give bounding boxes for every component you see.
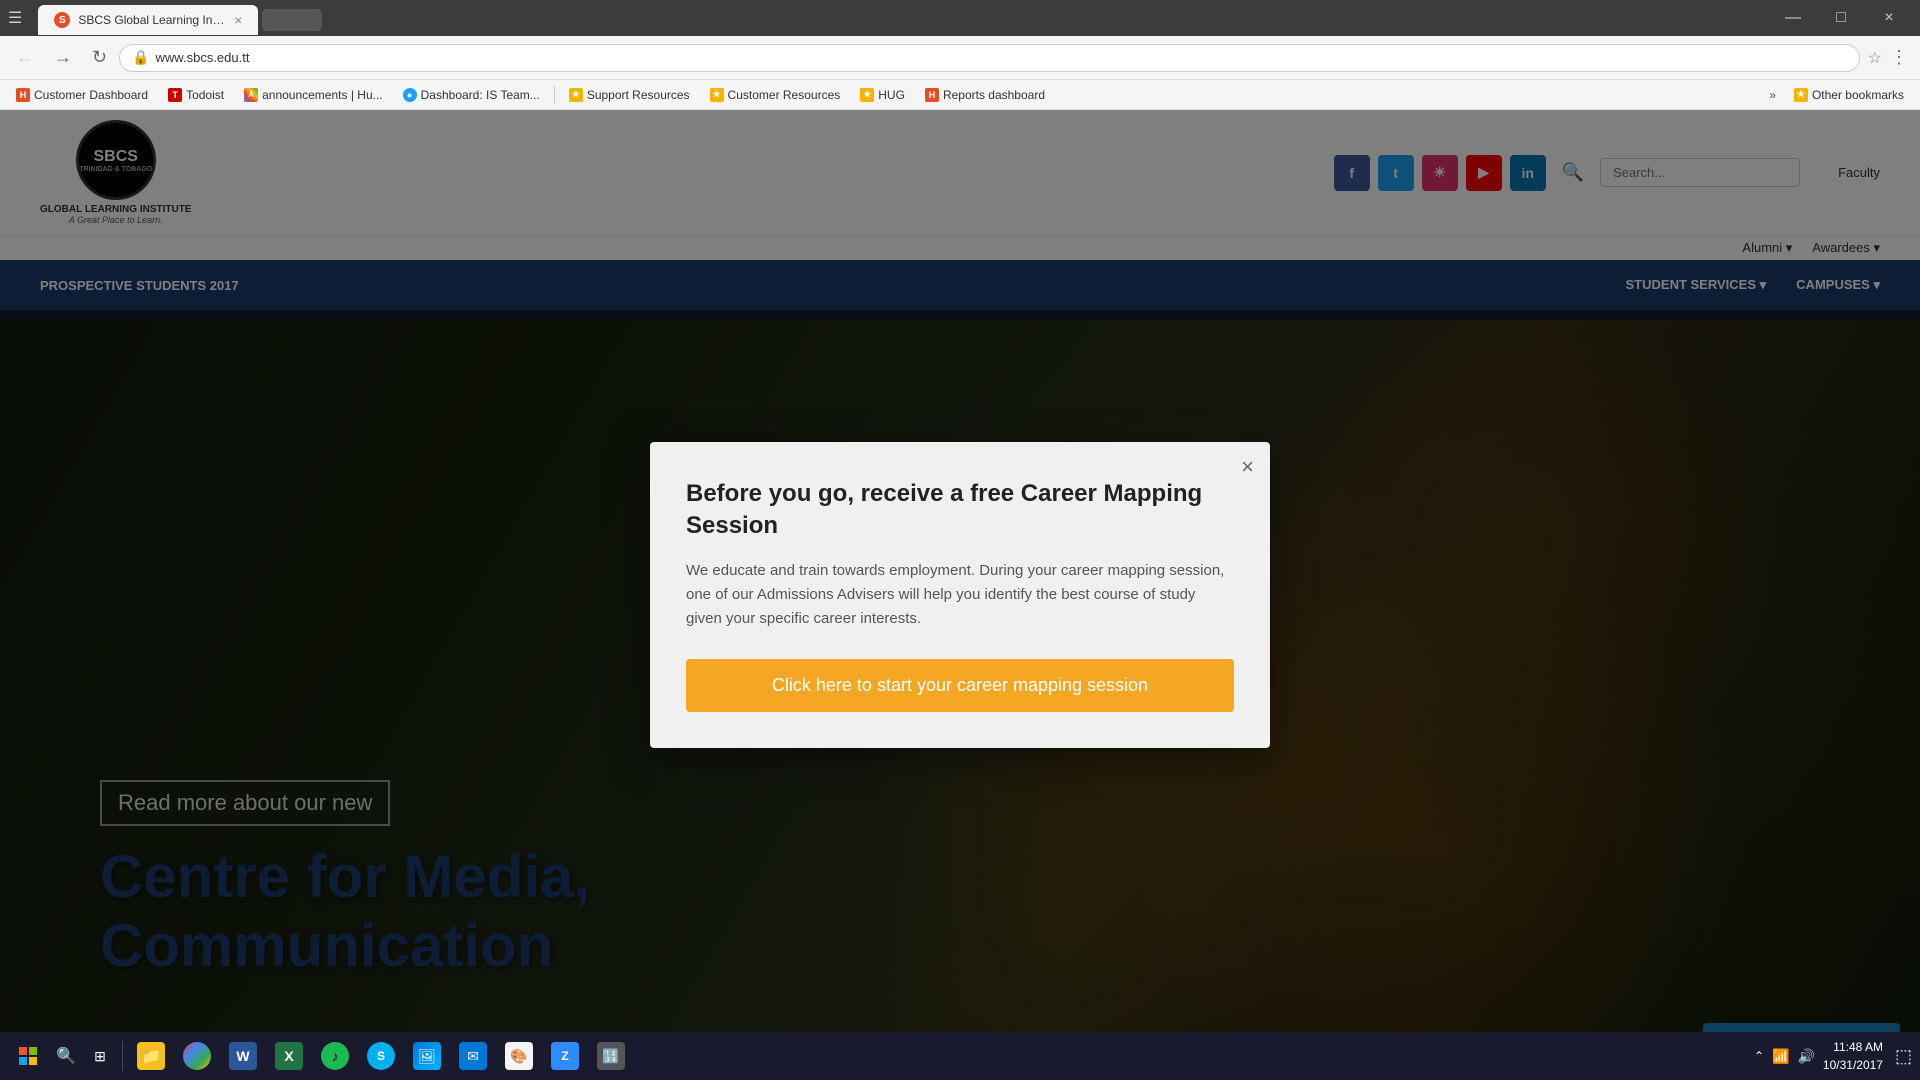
taskbar-separator	[122, 1041, 123, 1071]
career-mapping-modal: × Before you go, receive a free Career M…	[650, 442, 1270, 747]
skype-app[interactable]: S	[359, 1034, 403, 1078]
url-text: www.sbcs.edu.tt	[156, 50, 1847, 65]
bookmark-announcements[interactable]: A announcements | Hu...	[236, 86, 391, 104]
bookmark-favicon: ★	[860, 88, 874, 102]
bookmarks-more-button[interactable]: »	[1763, 86, 1782, 104]
bookmark-label: HUG	[878, 88, 905, 102]
bookmarks-separator	[554, 86, 555, 104]
calculator-icon: 🔢	[597, 1042, 625, 1070]
clock-date: 10/31/2017	[1823, 1056, 1883, 1074]
word-app[interactable]: W	[221, 1034, 265, 1078]
back-button[interactable]: ←	[8, 43, 42, 72]
volume-icon[interactable]: 🔊	[1797, 1048, 1814, 1065]
bookmark-label: Customer Resources	[728, 88, 841, 102]
mail-icon: ✉	[459, 1042, 487, 1070]
bookmark-reports-dashboard[interactable]: H Reports dashboard	[917, 86, 1053, 104]
bookmark-favicon: H	[925, 88, 939, 102]
nav-bar: ← → ↻ 🔒 www.sbcs.edu.tt ☆ ⋮	[0, 36, 1920, 80]
modal-overlay: × Before you go, receive a free Career M…	[0, 110, 1920, 1080]
bookmark-favicon: ★	[1794, 88, 1808, 102]
more-options-button[interactable]: ⋮	[1886, 43, 1912, 72]
paint-app[interactable]: 🎨	[497, 1034, 541, 1078]
modal-close-button[interactable]: ×	[1241, 456, 1254, 478]
excel-icon: X	[275, 1042, 303, 1070]
bookmark-todoist[interactable]: T Todoist	[160, 86, 232, 104]
task-view-button[interactable]: ⊞	[84, 1040, 116, 1072]
active-tab[interactable]: S SBCS Global Learning Ins... ×	[38, 5, 258, 35]
address-bar[interactable]: 🔒 www.sbcs.edu.tt	[119, 44, 1860, 72]
lock-icon: 🔒	[132, 49, 149, 66]
modal-title: Before you go, receive a free Career Map…	[686, 478, 1234, 540]
file-explorer-app[interactable]: 📁	[129, 1034, 173, 1078]
zoom-icon: Z	[551, 1042, 579, 1070]
taskbar-search-button[interactable]: 🔍	[50, 1040, 82, 1072]
file-explorer-icon: 📁	[137, 1042, 165, 1070]
photos-icon: 🖼	[413, 1042, 441, 1070]
bookmark-favicon: H	[16, 88, 30, 102]
bookmarks-bar: H Customer Dashboard T Todoist A announc…	[0, 80, 1920, 110]
bookmark-favicon: ●	[403, 88, 417, 102]
bookmark-dashboard-is[interactable]: ● Dashboard: IS Team...	[395, 86, 548, 104]
system-tray: ⌃ 📶 🔊	[1754, 1048, 1815, 1065]
tab-close-btn[interactable]: ×	[234, 12, 242, 28]
bookmark-other[interactable]: ★ Other bookmarks	[1786, 86, 1912, 104]
taskbar: 🔍 ⊞ 📁 W X ♪ S	[0, 1032, 1920, 1080]
bookmark-customer-resources[interactable]: ★ Customer Resources	[702, 86, 849, 104]
forward-button[interactable]: →	[46, 43, 80, 72]
minimize-button[interactable]: —	[1770, 0, 1816, 36]
browser-window: ☰ S SBCS Global Learning Ins... × — □ × …	[0, 0, 1920, 1080]
chrome-icon	[183, 1042, 211, 1070]
calculator-app[interactable]: 🔢	[589, 1034, 633, 1078]
bookmark-favicon: ★	[710, 88, 724, 102]
skype-icon: S	[367, 1042, 395, 1070]
notification-icon[interactable]: ⬚	[1895, 1046, 1912, 1067]
mail-app[interactable]: ✉	[451, 1034, 495, 1078]
window-controls-right: — □ ×	[1770, 0, 1912, 36]
bookmark-hug[interactable]: ★ HUG	[852, 86, 913, 104]
bookmark-support-resources[interactable]: ★ Support Resources	[561, 86, 698, 104]
bookmark-label: Customer Dashboard	[34, 88, 148, 102]
word-icon: W	[229, 1042, 257, 1070]
photos-app[interactable]: 🖼	[405, 1034, 449, 1078]
bookmark-label: Support Resources	[587, 88, 690, 102]
bookmark-customer-dashboard[interactable]: H Customer Dashboard	[8, 86, 156, 104]
bookmark-label: Dashboard: IS Team...	[421, 88, 540, 102]
close-button[interactable]: ×	[1866, 0, 1912, 36]
excel-app[interactable]: X	[267, 1034, 311, 1078]
career-mapping-cta-button[interactable]: Click here to start your career mapping …	[686, 659, 1234, 712]
modal-body: We educate and train towards employment.…	[686, 559, 1234, 631]
clock-time: 11:48 AM	[1823, 1038, 1883, 1056]
paint-icon: 🎨	[505, 1042, 533, 1070]
tab-bar: S SBCS Global Learning Ins... ×	[38, 1, 322, 35]
new-tab-button[interactable]	[262, 9, 322, 31]
network-icon[interactable]: 📶	[1772, 1048, 1789, 1065]
bookmark-label: announcements | Hu...	[262, 88, 383, 102]
title-bar: ☰ S SBCS Global Learning Ins... × — □ ×	[0, 0, 1920, 36]
taskbar-right: ⌃ 📶 🔊 11:48 AM 10/31/2017 ⬚	[1754, 1038, 1912, 1074]
zoom-app[interactable]: Z	[543, 1034, 587, 1078]
start-button[interactable]	[8, 1036, 48, 1076]
taskbar-clock[interactable]: 11:48 AM 10/31/2017	[1823, 1038, 1883, 1074]
bookmark-label: Reports dashboard	[943, 88, 1045, 102]
bookmark-label: Other bookmarks	[1812, 88, 1904, 102]
bookmark-favicon: A	[244, 88, 258, 102]
chrome-app[interactable]	[175, 1034, 219, 1078]
tab-title: SBCS Global Learning Ins...	[78, 13, 226, 27]
menu-icon[interactable]: ☰	[8, 8, 22, 28]
bookmark-star-icon[interactable]: ☆	[1868, 48, 1882, 68]
windows-logo-icon	[19, 1047, 37, 1065]
spotify-icon: ♪	[321, 1042, 349, 1070]
tab-favicon: S	[54, 12, 70, 28]
window-controls-left: ☰ S SBCS Global Learning Ins... ×	[8, 1, 322, 35]
chevron-up-icon[interactable]: ⌃	[1754, 1049, 1764, 1063]
website-content: SBCS TRINIDAD & TOBAGO GLOBAL LEARNING I…	[0, 110, 1920, 1080]
bookmark-favicon: ★	[569, 88, 583, 102]
bookmark-favicon: T	[168, 88, 182, 102]
maximize-button[interactable]: □	[1818, 0, 1864, 36]
bookmark-label: Todoist	[186, 88, 224, 102]
refresh-button[interactable]: ↻	[84, 43, 115, 72]
spotify-app[interactable]: ♪	[313, 1034, 357, 1078]
